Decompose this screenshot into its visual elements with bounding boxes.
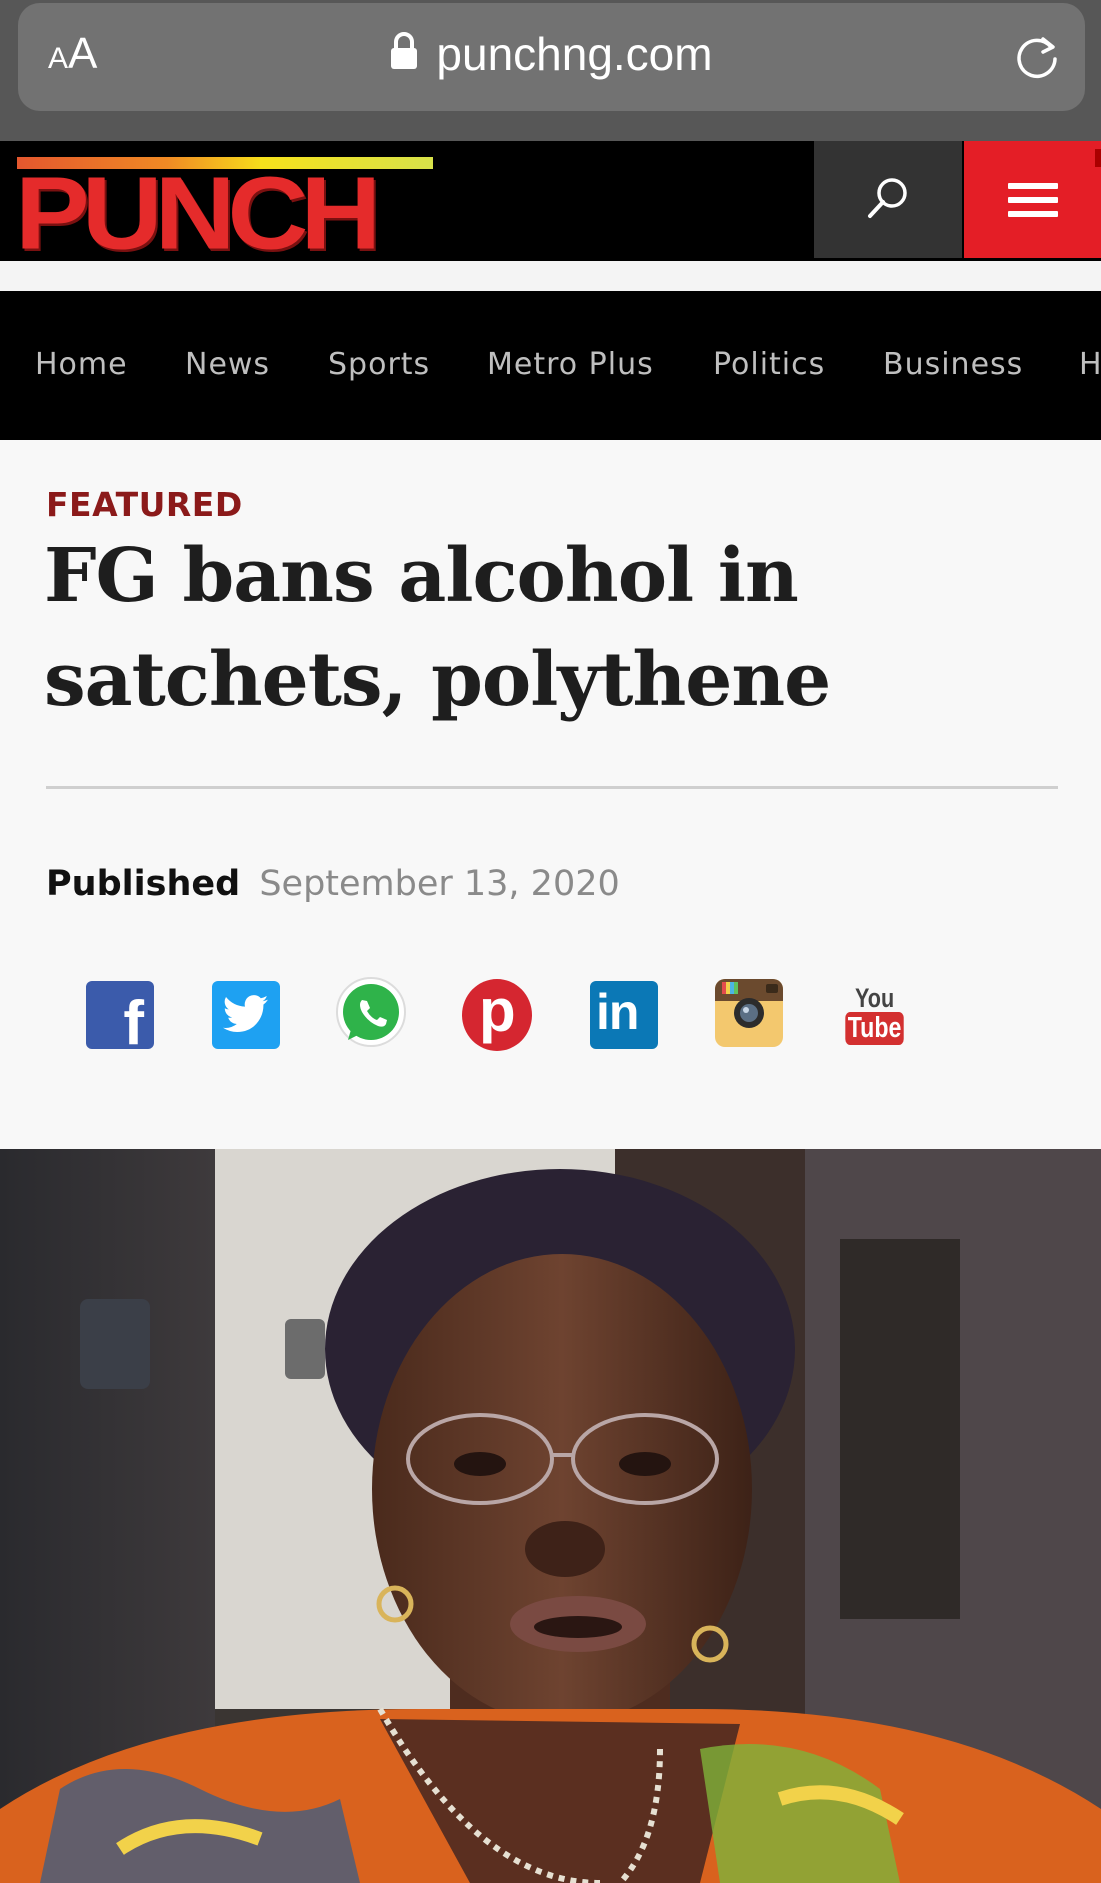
punch-logo[interactable]: PUNCH — [15, 155, 433, 271]
featured-image — [0, 1149, 1101, 1883]
featured-photo-illustration — [0, 1149, 1101, 1883]
whatsapp-icon — [334, 976, 408, 1054]
nav-item-sports[interactable]: Sports — [328, 347, 430, 382]
category-label[interactable]: FEATURED — [46, 485, 243, 524]
menu-button[interactable] — [964, 141, 1101, 258]
nav-item-home[interactable]: Home — [35, 347, 128, 382]
youtube-glyph-bottom: Tube — [845, 1012, 905, 1045]
linkedin-glyph: in — [596, 984, 639, 1040]
pinterest-icon: p — [462, 979, 532, 1051]
lock-icon — [390, 27, 418, 81]
hamburger-icon — [1007, 175, 1058, 225]
publish-info: Published September 13, 2020 — [46, 864, 620, 904]
share-twitter-button[interactable] — [211, 980, 281, 1050]
nav-item-business[interactable]: Business — [883, 347, 1023, 382]
published-date: September 13, 2020 — [259, 864, 620, 904]
nav-item-truncated[interactable]: H — [1079, 347, 1101, 382]
search-icon — [864, 174, 912, 226]
article-headline: FG bans alcohol in satchets, polythene — [44, 533, 831, 723]
twitter-icon — [212, 981, 280, 1049]
facebook-glyph: f — [123, 989, 144, 1058]
share-whatsapp-button[interactable] — [336, 977, 406, 1050]
pinterest-glyph: p — [479, 977, 516, 1044]
url-display[interactable]: punchng.com — [18, 27, 1085, 85]
search-button[interactable] — [814, 141, 962, 258]
logo-wordmark: PUNCH — [15, 155, 381, 271]
nav-item-news[interactable]: News — [185, 347, 270, 382]
instagram-icon — [714, 978, 784, 1052]
url-text: punchng.com — [436, 28, 713, 80]
nav-item-metro-plus[interactable]: Metro Plus — [487, 347, 654, 382]
youtube-glyph-top: You — [855, 983, 895, 1013]
share-linkedin-button[interactable]: in — [589, 980, 659, 1050]
reload-icon[interactable] — [1013, 33, 1061, 85]
address-bar[interactable]: AA punchng.com — [18, 3, 1085, 111]
headline-divider — [46, 786, 1058, 789]
nav-item-politics[interactable]: Politics — [713, 347, 825, 382]
facebook-icon: f — [86, 981, 154, 1055]
share-youtube-button[interactable]: You Tube — [840, 980, 910, 1050]
linkedin-icon: in — [590, 981, 658, 1049]
share-pinterest-button[interactable]: p — [462, 979, 532, 1051]
youtube-icon: You Tube — [838, 985, 911, 1045]
header-edge-mark — [1095, 149, 1101, 167]
published-label: Published — [46, 864, 241, 904]
share-instagram-button[interactable] — [714, 978, 784, 1052]
site-header: PUNCH — [0, 141, 1101, 265]
browser-toolbar: AA punchng.com — [0, 0, 1101, 141]
header-spacer — [0, 261, 1101, 291]
main-nav: Home News Sports Metro Plus Politics Bus… — [0, 291, 1101, 440]
share-facebook-button[interactable]: f — [85, 980, 155, 1055]
